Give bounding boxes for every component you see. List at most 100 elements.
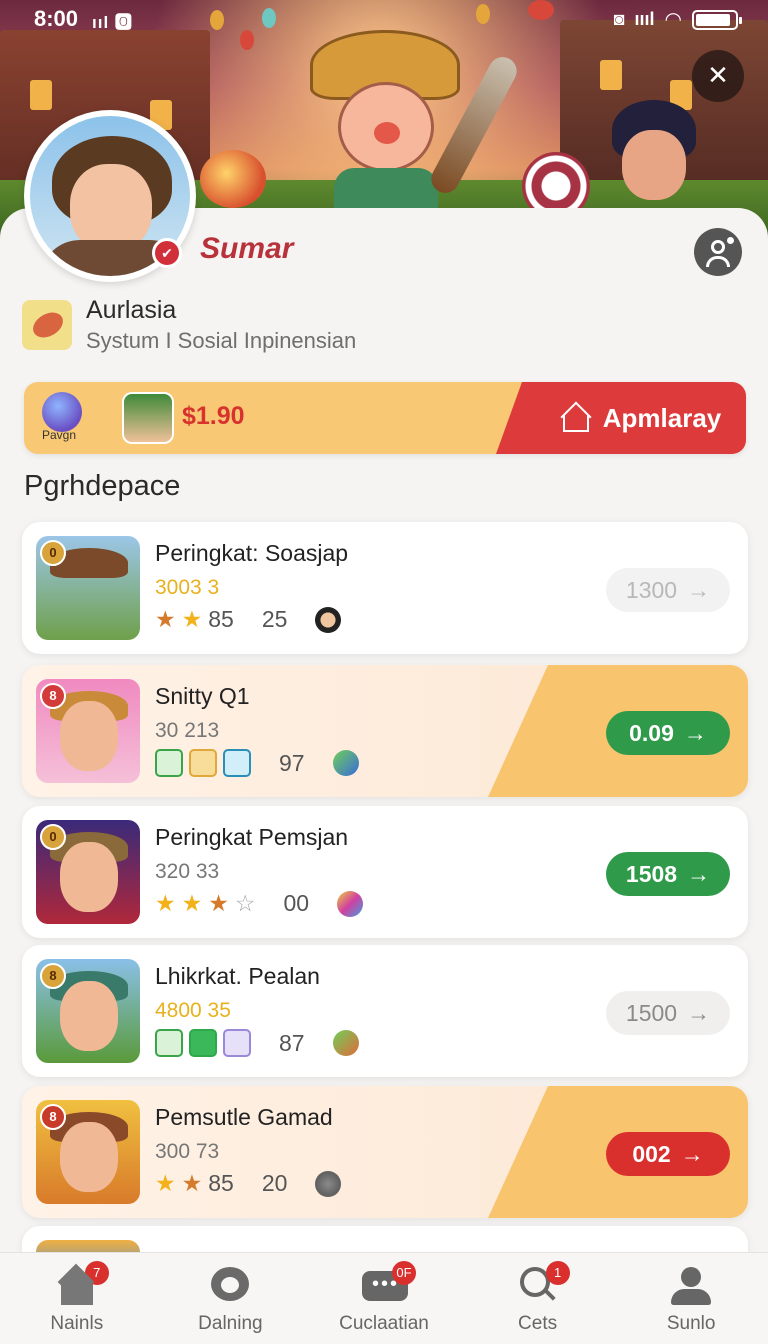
item-title: Peringkat: Soasjap bbox=[155, 540, 349, 566]
badge-icon bbox=[223, 749, 251, 777]
item-action-button[interactable]: 0.09 → bbox=[606, 711, 730, 755]
wifi-icon: ◠ bbox=[664, 9, 682, 31]
apply-button[interactable]: Apmlaray bbox=[506, 382, 746, 454]
item-subtitle: 300 73 bbox=[155, 1140, 220, 1163]
arrow-right-icon: → bbox=[687, 860, 711, 887]
level-badge-icon: 8 bbox=[40, 1104, 66, 1130]
nav-item-profile[interactable]: Sunlo bbox=[614, 1253, 768, 1344]
item-stat: 85 bbox=[208, 606, 234, 632]
item-action-label: 0.09 bbox=[629, 719, 674, 746]
hero-chip-left bbox=[200, 150, 266, 208]
item-meta: 87 bbox=[155, 1029, 359, 1057]
close-icon: ✕ bbox=[707, 60, 729, 90]
coin-label: Pavgn bbox=[42, 428, 77, 442]
star-icon: ☆ bbox=[234, 890, 256, 916]
list-item[interactable]: 8 Pemsutle Gamad 300 73 ★ ★ 85 20 002 → bbox=[22, 1086, 748, 1218]
profile-username: Sumar bbox=[200, 232, 294, 265]
item-meta: ★ ★ ★ ☆ 00 bbox=[155, 890, 364, 917]
status-right-icons: ◙ ıııl ◠ bbox=[613, 7, 742, 32]
arrow-right-icon: → bbox=[680, 1140, 704, 1167]
badge-icon bbox=[189, 1029, 217, 1057]
item-action-button[interactable]: 1300 → bbox=[606, 568, 730, 612]
nav-label: Dalning bbox=[198, 1313, 263, 1334]
arrow-right-icon: → bbox=[687, 999, 711, 1026]
item-action-label: 1300 bbox=[625, 576, 678, 603]
hero-character-main bbox=[310, 30, 460, 228]
status-left-indicators: ııl 🅾 bbox=[92, 13, 133, 32]
search-icon: 1 bbox=[516, 1261, 570, 1307]
nav-item-messages[interactable]: 0F Cuclaatian bbox=[307, 1253, 461, 1344]
level-badge-icon: 8 bbox=[40, 963, 66, 989]
tool-icon bbox=[315, 1170, 342, 1197]
notification-icon: ◙ bbox=[613, 9, 625, 29]
item-action-label: 1508 bbox=[625, 860, 678, 887]
nav-item-home[interactable]: 7 Nainls bbox=[0, 1253, 154, 1344]
item-stat: 25 bbox=[261, 606, 288, 632]
nav-label: Cuclaatian bbox=[339, 1313, 429, 1334]
item-stat: 00 bbox=[283, 890, 310, 916]
coin-icon bbox=[42, 392, 82, 432]
star-icon: ★ bbox=[181, 606, 203, 632]
star-icon: ★ bbox=[208, 890, 229, 916]
star-icon: ★ bbox=[155, 1170, 176, 1196]
user-icon bbox=[669, 1265, 713, 1307]
arrow-right-icon: → bbox=[683, 719, 707, 746]
user-icon bbox=[711, 240, 725, 254]
item-subtitle: 3003 3 bbox=[155, 576, 220, 599]
balance-amount: $1.90 bbox=[182, 402, 245, 430]
level-badge-icon: 8 bbox=[40, 683, 66, 709]
item-action-button[interactable]: 002 → bbox=[606, 1132, 730, 1176]
verified-badge-icon: ✔ bbox=[152, 238, 182, 268]
profile-settings-button[interactable] bbox=[694, 228, 742, 276]
chat-bubble-icon bbox=[209, 1265, 251, 1307]
item-title: Pemsutle Gamad bbox=[155, 1104, 333, 1130]
item-title: Lhikrkat. Pealan bbox=[155, 963, 320, 989]
bottom-nav: 7 Nainls Dalning 0F Cuclaatian 1 Cets Su… bbox=[0, 1252, 768, 1344]
battery-icon bbox=[692, 9, 742, 30]
list-item[interactable]: 0 Peringkat Pemsjan 320 33 ★ ★ ★ ☆ 00 15… bbox=[22, 806, 748, 938]
item-subtitle: 4800 35 bbox=[155, 999, 231, 1022]
star-icon: ★ bbox=[181, 890, 203, 916]
org-logo-icon bbox=[22, 300, 72, 350]
game-thumbnail: 0 bbox=[36, 536, 140, 640]
status-bar: 8:00 ııl 🅾 ◙ ıııl ◠ bbox=[0, 0, 768, 36]
home-icon: 7 bbox=[55, 1261, 109, 1307]
item-action-label: 002 bbox=[632, 1140, 671, 1167]
list-item[interactable]: 8 Snitty Q1 30 213 97 0.09 → bbox=[22, 665, 748, 797]
badge-icon bbox=[223, 1029, 251, 1057]
item-stat: 20 bbox=[261, 1170, 288, 1196]
close-button[interactable]: ✕ bbox=[692, 50, 744, 102]
level-badge-icon: 0 bbox=[40, 824, 66, 850]
nav-label: Sunlo bbox=[666, 1313, 716, 1334]
list-item[interactable]: 0 Peringkat: Soasjap 3003 3 ★ ★ 85 25 13… bbox=[22, 522, 748, 654]
star-icon: ★ bbox=[181, 1170, 203, 1196]
item-subtitle: 320 33 bbox=[155, 860, 220, 883]
cell-signal-icon: ıııl bbox=[634, 9, 655, 29]
list-item[interactable]: 8 Lhikrkat. Pealan 4800 35 87 1500 → bbox=[22, 945, 748, 1077]
badge-icon bbox=[155, 1029, 183, 1057]
nav-item-dalning[interactable]: Dalning bbox=[154, 1253, 308, 1344]
item-action-label: 1500 bbox=[625, 999, 678, 1026]
item-action-button[interactable]: 1508 → bbox=[606, 852, 730, 896]
item-stat: 97 bbox=[279, 749, 305, 776]
item-stat: 87 bbox=[279, 1029, 305, 1056]
org-subtitle: Systum I Sosial Inpinensian bbox=[86, 328, 357, 353]
nav-badge: 1 bbox=[545, 1261, 570, 1285]
gem-icon bbox=[337, 890, 364, 917]
nav-label: Cets bbox=[518, 1313, 558, 1334]
nav-item-search[interactable]: 1 Cets bbox=[461, 1253, 615, 1344]
org-title: Aurlasia bbox=[86, 296, 177, 324]
nav-badge: 0F bbox=[391, 1261, 416, 1285]
message-icon: 0F bbox=[361, 1261, 416, 1307]
balance-bar: Pavgn $1.90 Apmlaray bbox=[24, 382, 746, 454]
game-thumbnail: 8 bbox=[36, 1100, 140, 1204]
profile-avatar[interactable]: ✔ bbox=[24, 110, 196, 282]
arrow-right-icon: → bbox=[687, 576, 711, 603]
badge-icon bbox=[155, 749, 183, 777]
home-icon bbox=[561, 404, 591, 432]
game-thumbnail: 8 bbox=[36, 959, 140, 1063]
item-title: Snitty Q1 bbox=[155, 683, 250, 709]
gem-icon bbox=[332, 750, 359, 776]
item-action-button[interactable]: 1500 → bbox=[606, 991, 730, 1035]
status-time: 8:00 bbox=[34, 6, 79, 31]
